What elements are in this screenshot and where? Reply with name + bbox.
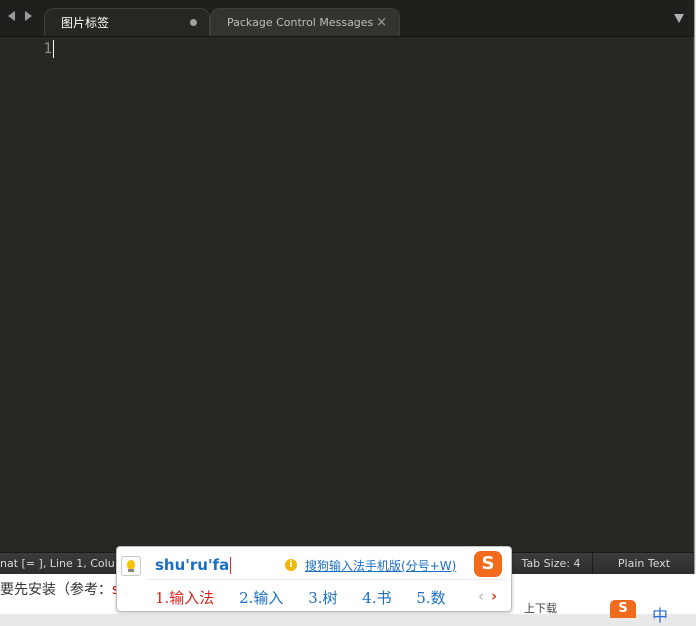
ime-candidate-list: 1.输入法 2.输入 3.树 4.书 5.数 xyxy=(155,587,466,608)
tab-menu-chevron-down-icon[interactable] xyxy=(674,14,684,23)
ime-candidate[interactable]: 4.书 xyxy=(362,587,391,608)
ime-promo-link[interactable]: 搜狗输入法手机版(分号+W) xyxy=(305,557,456,574)
ime-cursor xyxy=(230,557,232,574)
ime-candidate-popup: shu'ru'fa i 搜狗输入法手机版(分号+W) S 1.输入法 2.输入 … xyxy=(116,546,512,612)
status-position: nat [= ], Line 1, Colu xyxy=(0,557,115,570)
tab-bar: 图片标签 Package Control Messages × xyxy=(0,0,694,37)
text-caret xyxy=(53,40,54,58)
tab-label: 图片标签 xyxy=(61,16,110,30)
tab-scroll-right-icon[interactable] xyxy=(25,11,32,21)
sogou-logo-icon[interactable]: S xyxy=(474,551,502,577)
ime-language-indicator[interactable]: 中 xyxy=(652,602,668,626)
ime-candidate[interactable]: 2.输入 xyxy=(239,587,283,608)
page-text: 要先安装（参考：su xyxy=(0,582,128,598)
close-icon[interactable]: × xyxy=(376,16,387,29)
chevron-left-icon[interactable]: ‹ xyxy=(478,587,484,605)
lightbulb-icon[interactable] xyxy=(121,556,141,576)
status-tab-size[interactable]: Tab Size: 4 xyxy=(508,553,593,575)
ime-candidate[interactable]: 5.数 xyxy=(416,587,445,608)
tab-label: Package Control Messages xyxy=(227,16,374,29)
info-icon: i xyxy=(285,559,297,571)
ime-candidate[interactable]: 3.树 xyxy=(308,587,337,608)
scrollbar[interactable] xyxy=(693,37,694,573)
tab-scroll-left-icon[interactable] xyxy=(8,11,15,21)
tab-package-control-messages[interactable]: Package Control Messages × xyxy=(210,8,400,36)
tab-image-tags[interactable]: 图片标签 xyxy=(44,8,210,36)
ime-candidate[interactable]: 1.输入法 xyxy=(155,587,214,608)
chevron-right-icon[interactable]: › xyxy=(491,587,497,605)
ime-composition: shu'ru'fa xyxy=(155,556,232,574)
divider xyxy=(147,579,507,580)
editor-window: 图片标签 Package Control Messages × 1 nat [=… xyxy=(0,0,695,575)
status-syntax[interactable]: Plain Text xyxy=(592,553,695,575)
unsaved-dot-icon[interactable] xyxy=(190,19,197,26)
line-number: 1 xyxy=(43,41,52,57)
sogou-tray-logo-icon[interactable]: S xyxy=(610,600,636,618)
